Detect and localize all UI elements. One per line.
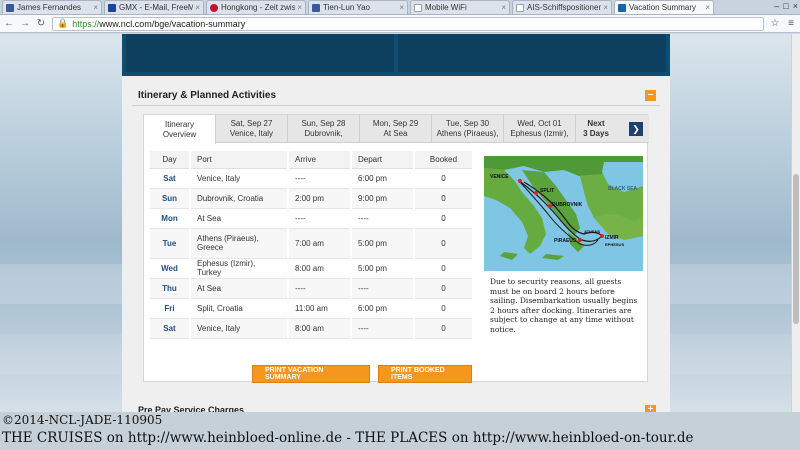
map-label-ephesus: EPHESUS [605, 242, 625, 247]
table-row: Wed Ephesus (Izmir), Turkey 8:00 am 5:00… [150, 258, 472, 279]
star-icon[interactable]: ☆ [770, 18, 780, 29]
banner-panel-right [398, 34, 666, 72]
window-controls: – □ × [774, 1, 798, 11]
section-title: Itinerary & Planned Activities [138, 90, 277, 101]
print-booked-items-button[interactable]: PRINT BOOKED ITEMS [378, 365, 472, 383]
close-window-icon[interactable]: × [793, 1, 798, 11]
itinerary-map: VENICE SPLIT DUBROVNIK PIRAEUS IZMIR ATH… [484, 156, 643, 271]
chevron-right-icon: ❯ [632, 124, 640, 134]
itinerary-table: Day Port Arrive Depart Booked Sat Venice… [150, 151, 472, 339]
print-buttons: PRINT VACATION SUMMARY PRINT BOOKED ITEM… [252, 365, 472, 383]
page-scrollbar[interactable] [791, 34, 800, 412]
security-notice: Due to security reasons, all guests must… [490, 277, 638, 334]
url-input[interactable]: 🔒 https://www.ncl.com/bge/vacation-summa… [52, 16, 764, 31]
forward-icon[interactable]: → [20, 18, 30, 29]
table-row: Sat Venice, Italy ---- 6:00 pm 0 [150, 168, 472, 189]
browser-tab[interactable]: Mobile WiFi × [410, 0, 510, 14]
map-label-izmir: IZMIR [605, 235, 619, 241]
table-row: Fri Split, Croatia 11:00 am 6:00 pm 0 [150, 298, 472, 319]
next-arrow-button[interactable]: ❯ [629, 122, 643, 136]
tab-day[interactable]: Tue, Sep 30 Athens (Piraeus), [432, 115, 504, 142]
close-icon[interactable]: × [603, 3, 608, 12]
table-row: Mon At Sea ---- ---- 0 [150, 208, 472, 229]
close-icon[interactable]: × [93, 3, 98, 12]
column-header-port: Port [189, 151, 288, 169]
itinerary-panel: Itinerary Overview Sat, Sep 27 Venice, I… [143, 114, 649, 382]
page-icon [516, 3, 524, 12]
browser-tab[interactable]: GMX - E-Mail, FreeMa × [104, 0, 204, 14]
map-label-piraeus: PIRAEUS [554, 238, 577, 244]
minimize-icon[interactable]: – [774, 1, 779, 11]
browser-tab[interactable]: Tien-Lun Yao × [308, 0, 408, 14]
facebook-icon [6, 3, 14, 12]
column-header-booked: Booked [413, 151, 472, 169]
tab-day[interactable]: Sun, Sep 28 Dubrovnik, [288, 115, 360, 142]
column-header-depart: Depart [350, 151, 414, 169]
close-icon[interactable]: × [705, 3, 710, 12]
table-row: Sun Dubrovnik, Croatia 2:00 pm 9:00 pm 0 [150, 188, 472, 209]
tab-day[interactable]: Wed, Oct 01 Ephesus (Izmir), [504, 115, 576, 142]
tab-day[interactable]: Mon, Sep 29 At Sea [360, 115, 432, 142]
url-scheme: https:// [72, 18, 100, 29]
tab-next-days[interactable]: Next 3 Days [576, 115, 616, 142]
table-row: Sat Venice, Italy 8:00 am ---- 0 [150, 318, 472, 339]
collapse-button[interactable]: – [645, 90, 656, 101]
browser-tab[interactable]: Hongkong - Zeit zwis × [206, 0, 306, 14]
ncl-icon [618, 3, 626, 12]
tab-day[interactable]: Sat, Sep 27 Venice, Italy [216, 115, 288, 142]
vacation-summary-content: Itinerary & Planned Activities – Itinera… [122, 34, 670, 416]
address-bar: ← → ↻ 🔒 https://www.ncl.com/bge/vacation… [0, 15, 800, 33]
map-label-dubrovnik: DUBROVNIK [552, 202, 583, 208]
watermark-caption: ©2014-NCL-JADE-110905 THE CRUISES on htt… [0, 412, 800, 450]
top-banner [122, 34, 670, 76]
table-row: Thu At Sea ---- ---- 0 [150, 278, 472, 299]
site-icon [210, 3, 218, 12]
watermark-copyright: ©2014-NCL-JADE-110905 [2, 413, 163, 427]
map-label-athens: ATHENS [584, 229, 601, 234]
map-label-venice: VENICE [490, 174, 509, 180]
watermark-links: THE CRUISES on http://www.heinbloed-onli… [2, 430, 694, 446]
gmx-icon [108, 3, 116, 12]
close-icon[interactable]: × [399, 3, 404, 12]
browser-tab-active[interactable]: Vacation Summary × [614, 0, 714, 14]
column-header-arrive: Arrive [287, 151, 351, 169]
map-label-black-sea: BLACK SEA [608, 186, 638, 192]
lock-icon: 🔒 [57, 18, 69, 28]
maximize-icon[interactable]: □ [783, 1, 788, 11]
back-icon[interactable]: ← [4, 18, 14, 29]
url-text: www.ncl.com/bge/vacation-summary [99, 18, 246, 29]
print-vacation-summary-button[interactable]: PRINT VACATION SUMMARY [252, 365, 370, 383]
reload-icon[interactable]: ↻ [36, 18, 46, 29]
day-tabs: Itinerary Overview Sat, Sep 27 Venice, I… [144, 115, 649, 144]
table-row: Tue Athens (Piraeus), Greece 7:00 am 5:0… [150, 228, 472, 259]
banner-panel-left [126, 34, 394, 72]
close-icon[interactable]: × [195, 3, 200, 12]
table-header-row: Day Port Arrive Depart Booked [150, 151, 472, 169]
close-icon[interactable]: × [501, 3, 506, 12]
tab-bar: James Fernandes × GMX - E-Mail, FreeMa × H… [0, 0, 800, 15]
close-icon[interactable]: × [297, 3, 302, 12]
browser-tab[interactable]: AIS-Schiffspositionen × [512, 0, 612, 14]
facebook-icon [312, 3, 320, 12]
tab-itinerary-overview[interactable]: Itinerary Overview [144, 115, 216, 144]
itinerary-section-header[interactable]: Itinerary & Planned Activities – [132, 86, 660, 106]
menu-icon[interactable]: ≡ [786, 18, 796, 29]
browser-tab[interactable]: James Fernandes × [2, 0, 102, 14]
page-icon [414, 3, 422, 12]
scroll-thumb[interactable] [793, 174, 799, 324]
column-header-day: Day [150, 151, 190, 169]
map-label-split: SPLIT [540, 188, 555, 194]
